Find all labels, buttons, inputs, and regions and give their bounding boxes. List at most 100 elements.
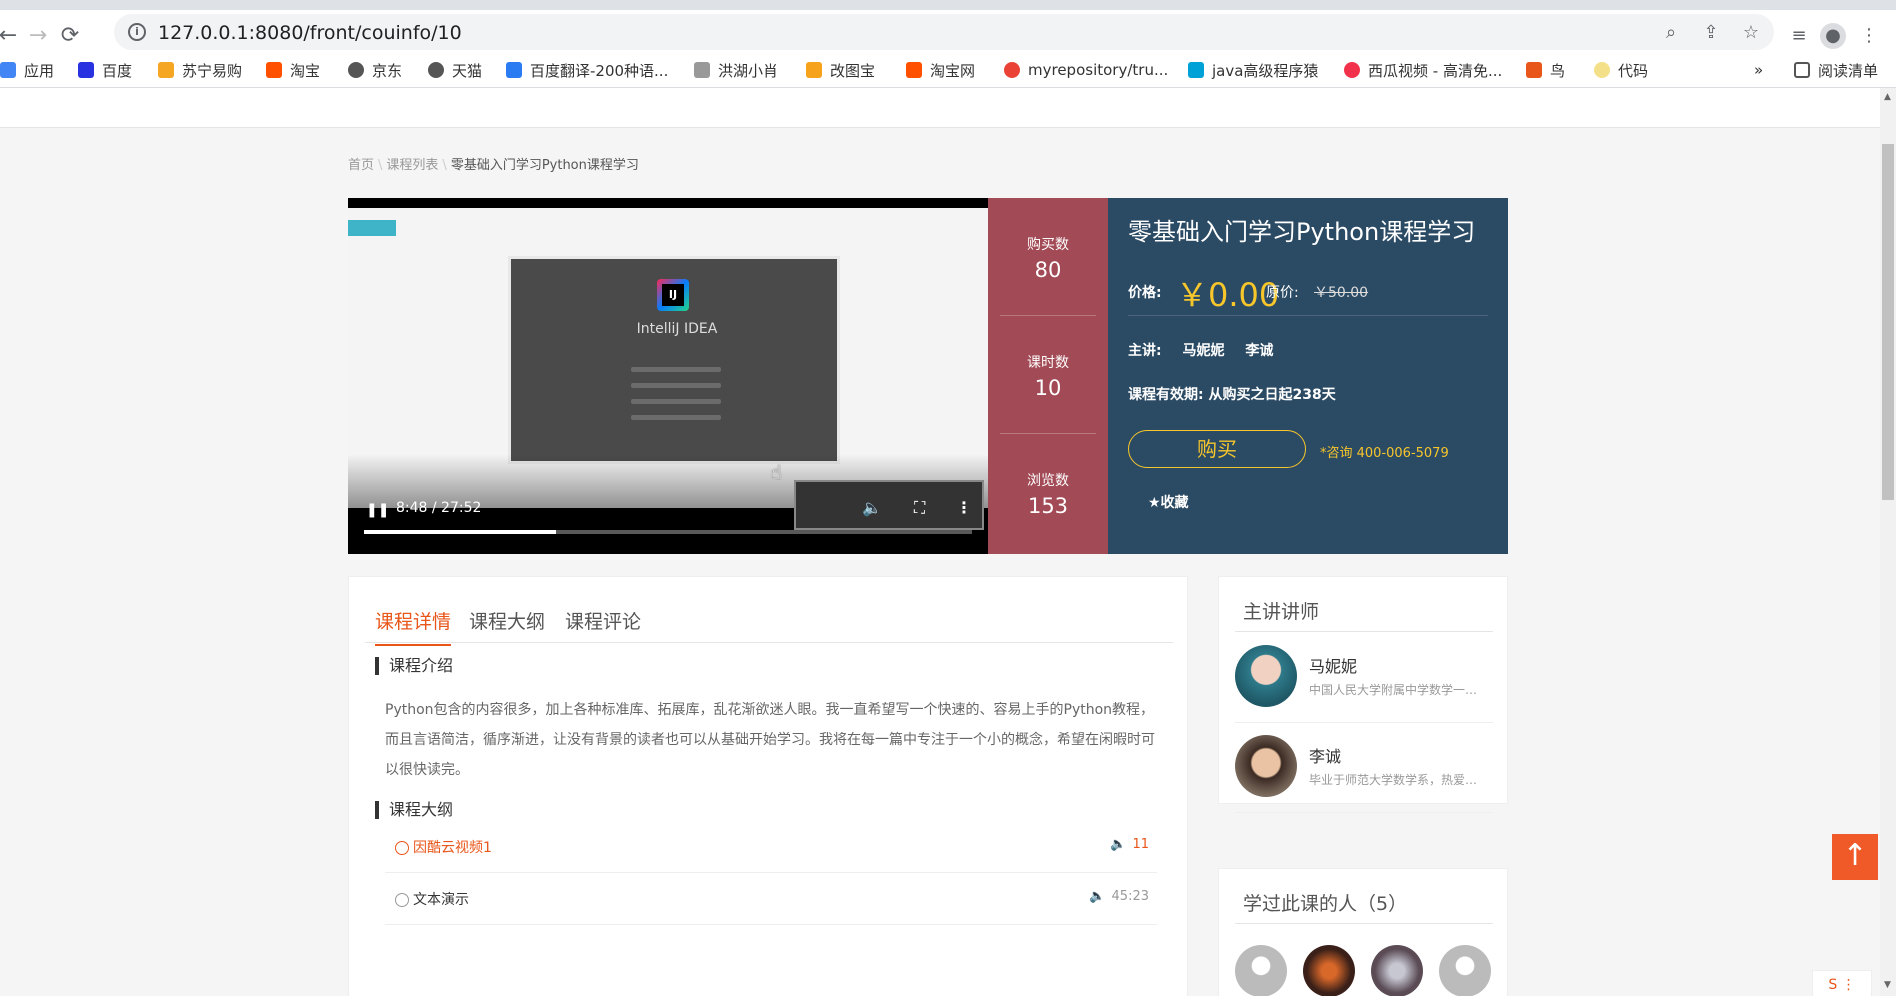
teachers-card: 主讲讲师 马妮妮 中国人民大学附属中学数学一级教师 李诚 毕业于师范大学数学系，… bbox=[1218, 576, 1508, 813]
course-info-panel: 零基础入门学习Python课程学习 价格: ￥0.00 原价: ￥50.00 主… bbox=[1108, 198, 1508, 554]
menu-icon[interactable]: ⋮ bbox=[1856, 23, 1882, 49]
share-icon[interactable]: ⇪ bbox=[1700, 22, 1722, 44]
cursor-hand-icon: ☝ bbox=[770, 460, 783, 484]
bookmark-baidu[interactable]: 百度 bbox=[78, 58, 132, 82]
video-frame-line bbox=[631, 415, 721, 420]
profile-icon[interactable]: ● bbox=[1820, 23, 1846, 49]
baidu-icon bbox=[78, 62, 94, 78]
page: 首页\课程列表\零基础入门学习Python课程学习 IntelliJ IDEA … bbox=[0, 88, 1880, 996]
stat-purchases: 购买数 80 bbox=[1000, 198, 1096, 316]
avatar[interactable] bbox=[1439, 945, 1491, 996]
bookmark-baidu-fanyi[interactable]: 百度翻译-200种语... bbox=[506, 58, 668, 82]
site-info-icon[interactable]: i bbox=[128, 23, 146, 41]
buy-button[interactable]: 购买 bbox=[1128, 430, 1306, 468]
bookmark-gaitubao[interactable]: 改图宝 bbox=[806, 58, 875, 82]
bookmark-niao[interactable]: 鸟 bbox=[1526, 58, 1565, 82]
stat-label: 课时数 bbox=[1027, 355, 1069, 371]
price-row: 价格: ￥0.00 原价: ￥50.00 bbox=[1128, 268, 1488, 316]
back-icon[interactable]: ← bbox=[0, 22, 22, 50]
detail-tabs: 课程详情 课程大纲 课程评论 bbox=[365, 597, 1173, 646]
teacher-item[interactable]: 李诚 毕业于师范大学数学系，热爱教育事业 bbox=[1235, 723, 1493, 813]
translate-icon bbox=[506, 62, 522, 78]
reading-list-button[interactable]: 阅读清单 bbox=[1794, 58, 1878, 82]
stat-label: 浏览数 bbox=[1027, 473, 1069, 489]
bookmark-jd[interactable]: 京东 bbox=[348, 58, 402, 82]
address-bar[interactable]: i 127.0.0.1:8080/front/couinfo/10 ⌕ ⇪ ☆ bbox=[114, 14, 1774, 50]
bookmark-honghu[interactable]: 洪湖小肖 bbox=[694, 58, 778, 82]
bookmark-apps[interactable]: 应用 bbox=[0, 58, 54, 82]
bookmarks-more-icon[interactable]: » bbox=[1754, 58, 1763, 82]
course-stats: 购买数 80 课时数 10 浏览数 153 bbox=[988, 198, 1108, 554]
stat-views: 浏览数 153 bbox=[1000, 434, 1096, 552]
scroll-down-icon[interactable]: ▼ bbox=[1884, 980, 1891, 990]
speaker-icon: 🔈 bbox=[1110, 837, 1127, 852]
bookmark-daima[interactable]: 代码 bbox=[1594, 58, 1648, 82]
consult-phone: *咨询 400-006-5079 bbox=[1320, 446, 1449, 461]
teacher-name[interactable]: 李诚 bbox=[1309, 743, 1341, 767]
video-player[interactable]: IntelliJ IDEA ☝ ❚❚ 8:48 / 27:52 🔈 ⛶ ⋮ bbox=[348, 198, 988, 554]
globe-icon bbox=[348, 62, 364, 78]
teacher-name[interactable]: 马妮妮 bbox=[1182, 343, 1224, 359]
avatar[interactable] bbox=[1235, 645, 1297, 707]
video-progress-bar[interactable] bbox=[364, 530, 972, 534]
bookmark-suning[interactable]: 苏宁易购 bbox=[158, 58, 242, 82]
outline-item[interactable]: 文本演示 🔈 45:23 bbox=[385, 873, 1157, 925]
tab-course-outline[interactable]: 课程大纲 bbox=[469, 607, 545, 644]
teacher-name[interactable]: 马妮妮 bbox=[1309, 653, 1357, 677]
reading-list-icon bbox=[1794, 62, 1810, 78]
reading-list-icon[interactable]: ≡ bbox=[1786, 23, 1812, 49]
course-teachers: 主讲: 马妮妮 李诚 bbox=[1128, 340, 1289, 360]
divider bbox=[1235, 631, 1493, 632]
video-frame-product: IntelliJ IDEA bbox=[636, 321, 718, 337]
course-validity: 课程有效期: 从购买之日起238天 bbox=[1128, 387, 1336, 403]
bookmark-taobao[interactable]: 淘宝 bbox=[266, 58, 320, 82]
bookmark-tmall[interactable]: 天猫 bbox=[428, 58, 482, 82]
bookmark-taobaowang[interactable]: 淘宝网 bbox=[906, 58, 975, 82]
tab-course-comments[interactable]: 课程评论 bbox=[565, 607, 641, 644]
gaitubao-icon bbox=[806, 62, 822, 78]
original-price: ￥50.00 bbox=[1314, 285, 1369, 301]
teacher-item[interactable]: 马妮妮 中国人民大学附属中学数学一级教师 bbox=[1235, 633, 1493, 723]
taobao-icon bbox=[906, 62, 922, 78]
volume-icon[interactable]: 🔈 bbox=[862, 498, 882, 517]
intellij-logo-icon bbox=[657, 279, 689, 311]
reload-icon[interactable]: ⟳ bbox=[56, 22, 84, 50]
apps-grid-icon bbox=[0, 62, 16, 78]
teachers-card-title: 主讲讲师 bbox=[1243, 601, 1320, 623]
tab-course-detail[interactable]: 课程详情 bbox=[375, 607, 452, 646]
stat-value: 80 bbox=[1034, 258, 1062, 282]
video-progress-fill bbox=[364, 530, 557, 534]
radio-circle-icon bbox=[395, 893, 409, 907]
price-value: ￥0.00 bbox=[1176, 276, 1280, 314]
url-text[interactable]: 127.0.0.1:8080/front/couinfo/10 bbox=[158, 22, 462, 44]
bookmark-java[interactable]: java高级程序猿 bbox=[1188, 58, 1318, 82]
scrollbar-thumb[interactable] bbox=[1882, 144, 1894, 500]
breadcrumb-course-list[interactable]: 课程列表 bbox=[386, 158, 438, 173]
fullscreen-icon[interactable]: ⛶ bbox=[914, 498, 925, 518]
avatar[interactable] bbox=[1235, 735, 1297, 797]
page-scrollbar[interactable]: ▲ ▼ bbox=[1880, 88, 1896, 996]
breadcrumb-separator: \ bbox=[442, 158, 447, 173]
breadcrumb-home[interactable]: 首页 bbox=[348, 158, 374, 173]
pause-icon[interactable]: ❚❚ bbox=[366, 502, 389, 518]
bookmark-xigua[interactable]: 西瓜视频 - 高清免... bbox=[1344, 58, 1502, 82]
teacher-name[interactable]: 李诚 bbox=[1245, 343, 1273, 359]
forward-icon[interactable]: → bbox=[24, 22, 52, 50]
duration-value: 45:23 bbox=[1111, 889, 1149, 904]
more-options-icon[interactable]: ⋮ bbox=[956, 498, 972, 517]
avatar[interactable] bbox=[1303, 945, 1355, 996]
outline-item[interactable]: 因酷云视频1 🔈 11 bbox=[385, 821, 1157, 873]
favorite-button[interactable]: ★收藏 bbox=[1148, 492, 1189, 512]
outline-item-name: 因酷云视频1 bbox=[413, 840, 492, 856]
zoom-icon[interactable]: ⌕ bbox=[1660, 22, 1682, 44]
avatar[interactable] bbox=[1235, 945, 1287, 996]
back-to-top-button[interactable]: ↑ bbox=[1832, 834, 1878, 880]
floating-widget[interactable]: S ⋮ bbox=[1812, 970, 1872, 996]
scroll-up-icon[interactable]: ▲ bbox=[1884, 92, 1891, 102]
star-icon[interactable]: ☆ bbox=[1740, 22, 1762, 44]
browser-toolbar: ← → ⟳ i 127.0.0.1:8080/front/couinfo/10 … bbox=[0, 0, 1896, 52]
avatar[interactable] bbox=[1371, 945, 1423, 996]
intro-section-title: 课程介绍 bbox=[375, 657, 453, 675]
bookmark-myrepository[interactable]: myrepository/tru... bbox=[1004, 58, 1168, 82]
video-time: 8:48 / 27:52 bbox=[396, 500, 482, 516]
